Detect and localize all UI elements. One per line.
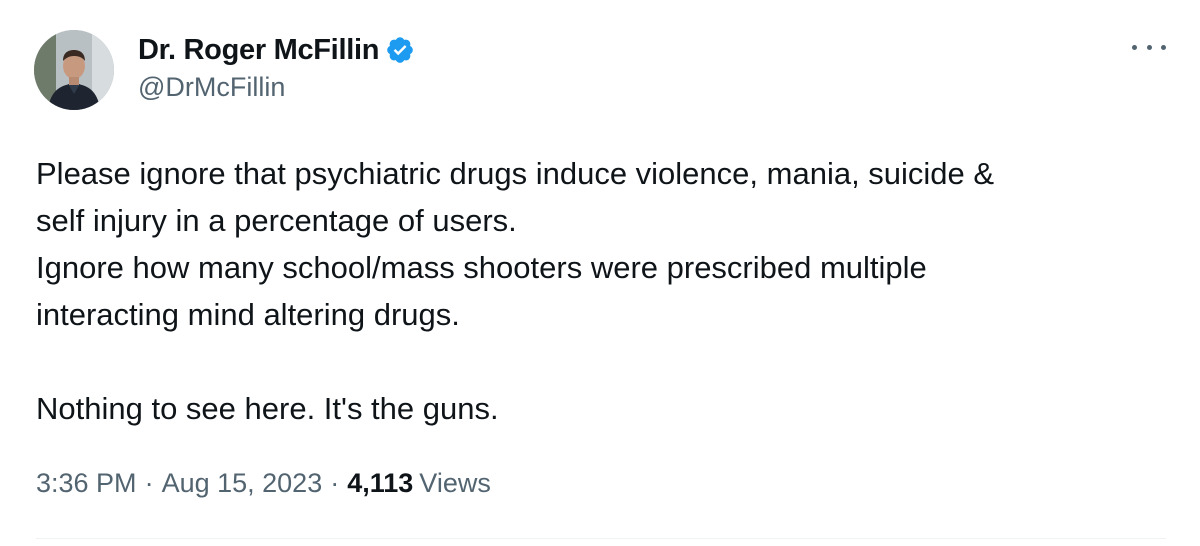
- meta-separator: ·: [330, 468, 340, 498]
- avatar-image: [34, 30, 114, 110]
- views-count[interactable]: 4,113: [347, 468, 413, 499]
- more-dot: [1146, 44, 1152, 50]
- author-name-row: Dr. Roger McFillin: [138, 32, 415, 68]
- tweet-text-line: Nothing to see here. It's the guns.: [36, 391, 499, 426]
- more-dot: [1161, 44, 1166, 50]
- divider: [36, 538, 1166, 539]
- tweet-meta: 3:36 PM · Aug 15, 2023 · 4,113 Views: [36, 468, 491, 499]
- tweet-text-line: Ignore how many school/mass shooters wer…: [36, 250, 927, 285]
- author-handle[interactable]: @DrMcFillin: [138, 72, 285, 103]
- tweet-text-line: interacting mind altering drugs.: [36, 297, 460, 332]
- tweet-text-line: self injury in a percentage of users.: [36, 203, 517, 238]
- tweet-card: Dr. Roger McFillin @DrMcFillin Please ig…: [0, 0, 1200, 546]
- more-options-icon[interactable]: [1132, 36, 1166, 58]
- tweet-date[interactable]: Aug 15, 2023: [162, 468, 323, 499]
- more-dot: [1132, 44, 1137, 50]
- verified-badge-icon: [385, 35, 415, 65]
- tweet-time[interactable]: 3:36 PM: [36, 468, 137, 499]
- tweet-text-line: Please ignore that psychiatric drugs ind…: [36, 156, 995, 191]
- views-label: Views: [419, 468, 491, 498]
- tweet-text: Please ignore that psychiatric drugs ind…: [36, 150, 1166, 432]
- avatar[interactable]: [34, 30, 114, 110]
- author-display-name[interactable]: Dr. Roger McFillin: [138, 34, 379, 67]
- meta-separator: ·: [144, 468, 154, 498]
